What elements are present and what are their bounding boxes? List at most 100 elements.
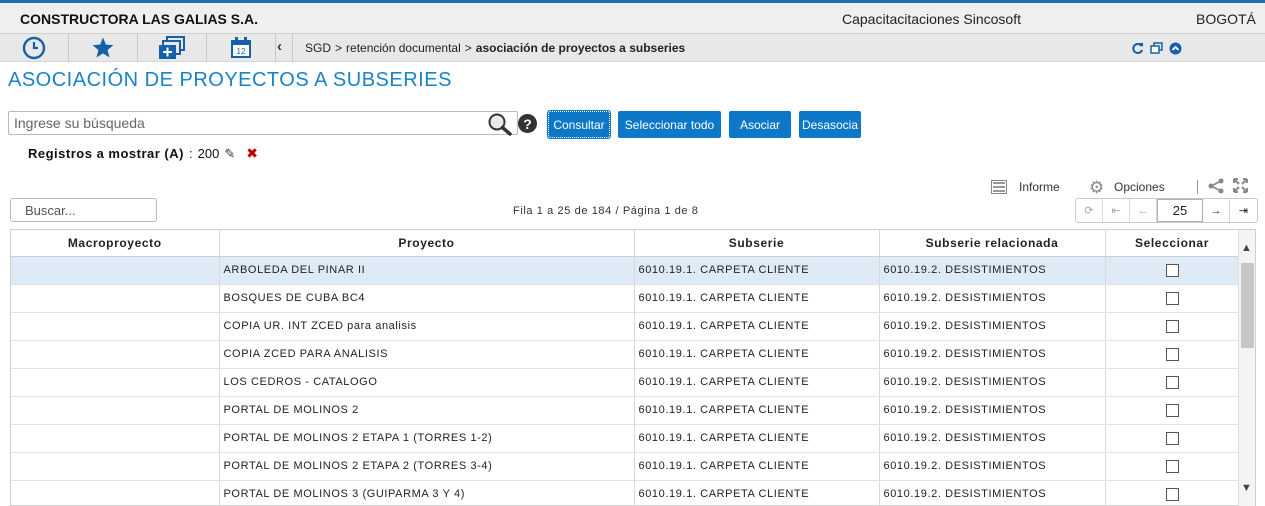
table-row[interactable]: PORTAL DE MOLINOS 3 (GUIPARMA 3 Y 4) 601… — [11, 480, 1240, 505]
row-checkbox[interactable] — [1165, 319, 1179, 333]
share-icon[interactable] — [1207, 178, 1225, 194]
collapse-up-icon[interactable] — [1169, 42, 1182, 55]
windows-button[interactable] — [138, 34, 207, 62]
cell-subserie: 6010.19.1. CARPETA CLIENTE — [634, 312, 880, 341]
cell-subserie-relacionada: 6010.19.2. DESISTIMIENTOS — [879, 256, 1106, 285]
cell-subserie: 6010.19.1. CARPETA CLIENTE — [634, 340, 880, 369]
cell-select — [1105, 340, 1240, 369]
cell-subserie: 6010.19.1. CARPETA CLIENTE — [634, 284, 880, 313]
pencil-icon[interactable]: ✎ — [224, 146, 235, 162]
favorites-button[interactable] — [69, 34, 138, 62]
table-row[interactable]: PORTAL DE MOLINOS 2 ETAPA 1 (TORRES 1-2)… — [11, 424, 1240, 453]
breadcrumb: SGD > retención documental > asociación … — [292, 34, 685, 62]
breadcrumb-root[interactable]: SGD — [305, 41, 331, 55]
star-icon — [92, 37, 114, 58]
data-grid: Macroproyecto Proyecto Subserie Subserie… — [10, 229, 1256, 506]
cell-proyecto: BOSQUES DE CUBA BC4 — [219, 284, 635, 313]
company-name: CONSTRUCTORA LAS GALIAS S.A. — [20, 11, 259, 27]
table-row[interactable]: COPIA ZCED PARA ANALISIS 6010.19.1. CARP… — [11, 340, 1240, 369]
help-icon[interactable]: ? — [518, 114, 537, 133]
column-header-proyecto[interactable]: Proyecto — [219, 230, 635, 257]
cell-select — [1105, 480, 1240, 505]
grid-search-input[interactable] — [11, 199, 151, 221]
next-page-button[interactable]: → — [1203, 199, 1230, 222]
cell-subserie-relacionada: 6010.19.2. DESISTIMIENTOS — [879, 312, 1106, 341]
grid-scrollbar[interactable]: ▲ ▼ — [1238, 230, 1255, 506]
cell-macroproyecto — [11, 312, 220, 341]
column-header-subserie-relacionada[interactable]: Subserie relacionada — [879, 230, 1106, 257]
chevron-down-icon[interactable]: ▼ — [1241, 482, 1252, 494]
row-checkbox[interactable] — [1165, 403, 1179, 417]
table-row[interactable]: LOS CEDROS - CATALOGO 6010.19.1. CARPETA… — [11, 368, 1240, 397]
cell-macroproyecto — [11, 424, 220, 453]
first-page-button[interactable]: ⇤ — [1103, 199, 1130, 222]
prev-page-button[interactable]: ← — [1130, 199, 1157, 222]
disassociate-button[interactable]: Desasocia — [799, 111, 861, 138]
table-row[interactable]: BOSQUES DE CUBA BC4 6010.19.1. CARPETA C… — [11, 284, 1240, 313]
chevron-up-icon[interactable]: ▲ — [1241, 242, 1252, 254]
cell-proyecto: COPIA UR. INT ZCED para analisis — [219, 312, 635, 341]
table-row[interactable]: COPIA UR. INT ZCED para analisis 6010.19… — [11, 312, 1240, 341]
cell-proyecto: PORTAL DE MOLINOS 2 — [219, 396, 635, 425]
pager-refresh-button[interactable]: ⟳ — [1076, 199, 1103, 222]
column-header-subserie[interactable]: Subserie — [634, 230, 880, 257]
windows-add-icon — [159, 36, 185, 59]
page-title: ASOCIACIÓN DE PROYECTOS A SUBSERIES — [8, 69, 452, 91]
cell-subserie-relacionada: 6010.19.2. DESISTIMIENTOS — [879, 480, 1106, 505]
row-checkbox[interactable] — [1165, 459, 1179, 473]
cell-macroproyecto — [11, 480, 220, 505]
cell-subserie: 6010.19.1. CARPETA CLIENTE — [634, 256, 880, 285]
cell-subserie-relacionada: 6010.19.2. DESISTIMIENTOS — [879, 368, 1106, 397]
row-checkbox[interactable] — [1165, 347, 1179, 361]
gear-icon[interactable]: ⚙ — [1089, 178, 1104, 198]
cell-select — [1105, 368, 1240, 397]
column-header-macroproyecto[interactable]: Macroproyecto — [11, 230, 220, 257]
close-icon[interactable]: ✖ — [246, 145, 258, 162]
refresh-icon[interactable] — [1131, 42, 1144, 55]
options-button[interactable]: Opciones — [1114, 180, 1165, 194]
records-value: 200 — [197, 146, 220, 161]
row-checkbox[interactable] — [1165, 431, 1179, 445]
cell-subserie: 6010.19.1. CARPETA CLIENTE — [634, 452, 880, 481]
breadcrumb-middle[interactable]: retención documental — [346, 41, 461, 55]
city-label[interactable]: BOGOTÁ — [1196, 11, 1256, 27]
header-row: Macroproyecto Proyecto Subserie Subserie… — [11, 230, 1240, 257]
restore-window-icon[interactable] — [1150, 42, 1163, 55]
chevron-left-icon[interactable]: ‹ — [277, 38, 282, 55]
report-button[interactable]: Informe — [1019, 180, 1060, 194]
nav-bar: 12 ‹ SGD > retención documental > asocia… — [0, 33, 1265, 62]
cell-subserie: 6010.19.1. CARPETA CLIENTE — [634, 368, 880, 397]
column-header-seleccionar[interactable]: Seleccionar — [1105, 230, 1240, 257]
expand-icon[interactable] — [1233, 178, 1248, 193]
table-row[interactable]: PORTAL DE MOLINOS 2 ETAPA 2 (TORRES 3-4)… — [11, 452, 1240, 481]
grid-search-field[interactable] — [10, 198, 157, 222]
table-row[interactable]: ARBOLEDA DEL PINAR II 6010.19.1. CARPETA… — [11, 256, 1240, 285]
consultar-button[interactable]: Consultar — [547, 110, 611, 139]
select-all-button[interactable]: Seleccionar todo — [618, 111, 721, 138]
search-input[interactable] — [9, 112, 479, 134]
page-size-input[interactable]: 25 — [1157, 199, 1203, 222]
report-icon[interactable] — [991, 180, 1007, 194]
search-icon[interactable] — [487, 112, 513, 136]
search-field[interactable] — [8, 111, 518, 136]
cell-select — [1105, 256, 1240, 285]
table-row[interactable]: PORTAL DE MOLINOS 2 6010.19.1. CARPETA C… — [11, 396, 1240, 425]
breadcrumb-current: asociación de proyectos a subseries — [475, 41, 686, 55]
breadcrumb-separator: > — [464, 41, 472, 55]
records-to-display: Registros a mostrar (A) : 200 ✎ ✖ — [28, 145, 258, 162]
calendar-day: 12 — [237, 47, 246, 56]
scrollbar-thumb[interactable] — [1241, 263, 1254, 348]
row-checkbox[interactable] — [1165, 375, 1179, 389]
cell-select — [1105, 396, 1240, 425]
associate-button[interactable]: Asociar — [729, 111, 791, 138]
row-checkbox[interactable] — [1165, 291, 1179, 305]
tenant-name[interactable]: Capacitacitaciones Sincosoft — [842, 11, 1021, 27]
row-checkbox[interactable] — [1165, 487, 1179, 501]
cell-subserie: 6010.19.1. CARPETA CLIENTE — [634, 424, 880, 453]
cell-proyecto: PORTAL DE MOLINOS 2 ETAPA 1 (TORRES 1-2) — [219, 424, 635, 453]
last-page-button[interactable]: ⇥ — [1230, 199, 1257, 222]
toolbar-divider — [1197, 180, 1198, 194]
calendar-button[interactable]: 12 — [207, 34, 276, 62]
row-checkbox[interactable] — [1165, 263, 1179, 277]
recent-button[interactable] — [0, 34, 69, 62]
